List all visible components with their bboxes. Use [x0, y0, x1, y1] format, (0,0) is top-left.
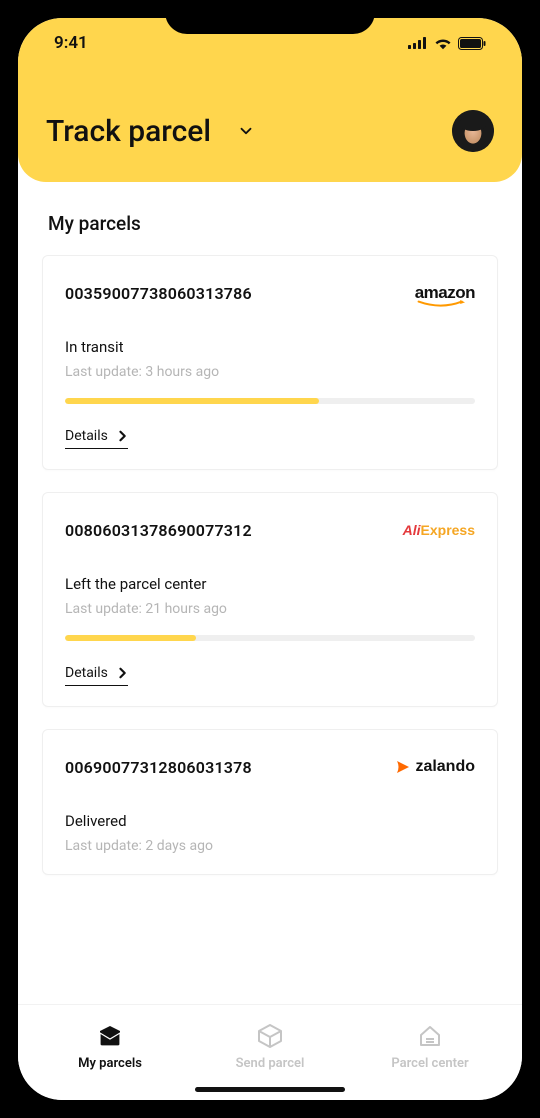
status-time: 9:41: [54, 33, 88, 53]
home-indicator[interactable]: [195, 1087, 345, 1092]
parcel-card[interactable]: 00806031378690077312 AliExpress Left the…: [42, 492, 498, 707]
house-icon: [416, 1022, 444, 1050]
wifi-icon: [434, 37, 452, 50]
status-indicators: [408, 37, 486, 50]
chevron-right-icon: [118, 667, 128, 679]
zalando-logo: zalando: [395, 756, 475, 778]
tracking-number: 00359007738060313786: [65, 284, 252, 303]
page-title: Track parcel: [46, 114, 211, 149]
envelope-icon: [96, 1022, 124, 1050]
last-update: Last update: 21 hours ago: [65, 601, 475, 617]
progress-track: [65, 635, 475, 641]
parcel-status: In transit: [65, 338, 475, 356]
tracking-number: 00806031378690077312: [65, 521, 252, 540]
chevron-right-icon: [118, 430, 128, 442]
parcel-status: Left the parcel center: [65, 575, 475, 593]
box-icon: [256, 1022, 284, 1050]
last-update: Last update: 2 days ago: [65, 838, 475, 854]
main-content: My parcels 00359007738060313786 amazon I…: [18, 182, 522, 1004]
progress-track: [65, 398, 475, 404]
details-button[interactable]: Details: [65, 428, 128, 449]
tracking-number: 00690077312806031378: [65, 758, 252, 777]
aliexpress-logo: AliExpress: [403, 519, 475, 541]
bottom-nav: My parcels Send parcel Parcel center: [18, 1004, 522, 1100]
parcel-status: Delivered: [65, 812, 475, 830]
app-header: 9:41 Track parcel: [18, 18, 522, 182]
chevron-down-icon: [237, 122, 255, 140]
nav-send-parcel[interactable]: Send parcel: [190, 1022, 350, 1071]
details-button[interactable]: Details: [65, 665, 128, 686]
battery-icon: [458, 37, 486, 50]
amazon-logo: amazon: [415, 282, 475, 304]
progress-bar: [65, 635, 196, 641]
last-update: Last update: 3 hours ago: [65, 364, 475, 380]
section-title: My parcels: [42, 212, 498, 235]
nav-parcel-center[interactable]: Parcel center: [350, 1022, 510, 1071]
title-dropdown[interactable]: Track parcel: [46, 114, 255, 149]
parcel-card[interactable]: 00690077312806031378 zalando Delivered L…: [42, 729, 498, 875]
cellular-icon: [408, 37, 428, 49]
progress-bar: [65, 398, 319, 404]
parcel-card[interactable]: 00359007738060313786 amazon In transit L…: [42, 255, 498, 470]
user-avatar[interactable]: [452, 110, 494, 152]
nav-my-parcels[interactable]: My parcels: [30, 1022, 190, 1071]
